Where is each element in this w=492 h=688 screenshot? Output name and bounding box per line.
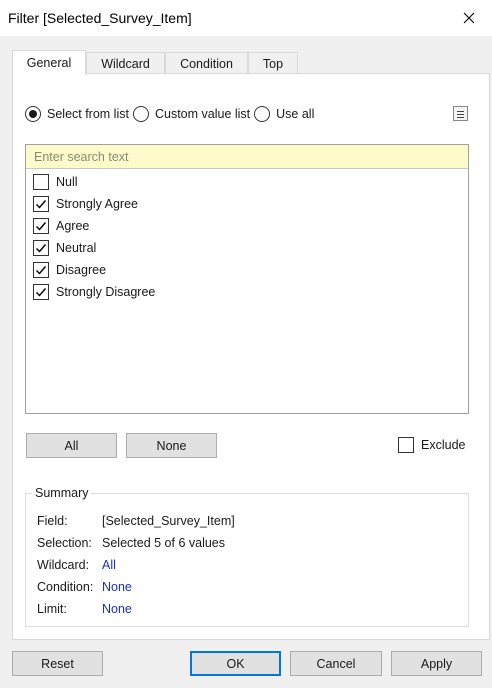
summary-selection-row: Selection: Selected 5 of 6 values	[37, 536, 225, 552]
list-item-null[interactable]: Null	[33, 173, 78, 191]
ok-button[interactable]: OK	[190, 651, 281, 676]
general-panel: Select from list Custom value list Use a…	[12, 73, 490, 640]
check-icon	[36, 244, 47, 253]
select-from-list-radio[interactable]	[25, 106, 41, 122]
use-all-label[interactable]: Use all	[276, 107, 314, 121]
item-label: Agree	[56, 219, 90, 233]
checkbox[interactable]	[33, 262, 49, 278]
select-none-button[interactable]: None	[126, 433, 217, 458]
title-bar: Filter [Selected_Survey_Item]	[0, 0, 492, 36]
summary-group: Summary Field: [Selected_Survey_Item] Se…	[25, 486, 469, 627]
check-icon	[36, 200, 47, 209]
exclude-toggle[interactable]: Exclude	[398, 436, 465, 454]
checkbox[interactable]	[33, 218, 49, 234]
search-input[interactable]	[26, 145, 468, 169]
checkbox[interactable]	[33, 240, 49, 256]
value-list: Null Strongly Agree Agree Neutral Disagr…	[25, 144, 469, 414]
tab-top[interactable]: Top	[248, 52, 298, 74]
reset-button[interactable]: Reset	[12, 651, 103, 676]
summary-condition-row: Condition: None	[37, 580, 132, 596]
exclude-checkbox[interactable]	[398, 437, 414, 453]
checkbox[interactable]	[33, 196, 49, 212]
close-icon	[463, 12, 475, 24]
close-button[interactable]	[446, 0, 492, 36]
select-from-list-label[interactable]: Select from list	[47, 107, 129, 121]
tab-general[interactable]: General	[12, 50, 86, 75]
check-icon	[36, 266, 47, 275]
checkbox[interactable]	[33, 284, 49, 300]
list-item-neutral[interactable]: Neutral	[33, 239, 96, 257]
limit-link[interactable]: None	[102, 602, 132, 618]
check-icon	[36, 288, 47, 297]
list-item-agree[interactable]: Agree	[33, 217, 89, 235]
item-label: Disagree	[56, 263, 107, 277]
item-label: Strongly Disagree	[56, 285, 156, 299]
limit-label: Limit:	[37, 602, 67, 616]
select-all-button[interactable]: All	[26, 433, 117, 458]
cancel-button[interactable]: Cancel	[290, 651, 382, 676]
condition-link[interactable]: None	[102, 580, 132, 596]
window-title: Filter [Selected_Survey_Item]	[8, 10, 192, 26]
check-icon	[36, 222, 47, 231]
checkbox[interactable]	[33, 174, 49, 190]
item-label: Strongly Agree	[56, 197, 138, 211]
tab-condition[interactable]: Condition	[165, 52, 248, 74]
list-item-disagree[interactable]: Disagree	[33, 261, 106, 279]
selection-label: Selection:	[37, 536, 92, 550]
tab-wildcard[interactable]: Wildcard	[86, 52, 165, 74]
custom-value-list-label[interactable]: Custom value list	[155, 107, 250, 121]
condition-label: Condition:	[37, 580, 94, 594]
summary-limit-row: Limit: None	[37, 602, 132, 618]
wildcard-label: Wildcard:	[37, 558, 90, 572]
custom-value-list-radio[interactable]	[132, 106, 149, 122]
selection-value: Selected 5 of 6 values	[102, 536, 225, 550]
wildcard-link[interactable]: All	[102, 558, 116, 574]
list-item-strongly-agree[interactable]: Strongly Agree	[33, 195, 138, 213]
list-menu-icon[interactable]	[453, 106, 468, 121]
summary-field-row: Field: [Selected_Survey_Item]	[37, 514, 235, 530]
list-item-strongly-disagree[interactable]: Strongly Disagree	[33, 283, 155, 301]
field-value: [Selected_Survey_Item]	[102, 514, 235, 528]
summary-wildcard-row: Wildcard: All	[37, 558, 116, 574]
apply-button[interactable]: Apply	[391, 651, 482, 676]
exclude-label: Exclude	[421, 438, 466, 452]
mode-radio-group: Select from list Custom value list Use a…	[25, 105, 318, 123]
item-label: Neutral	[56, 241, 97, 255]
summary-title: Summary	[32, 486, 92, 500]
use-all-radio[interactable]	[254, 106, 271, 122]
field-label: Field:	[37, 514, 68, 528]
item-label: Null	[56, 175, 78, 189]
